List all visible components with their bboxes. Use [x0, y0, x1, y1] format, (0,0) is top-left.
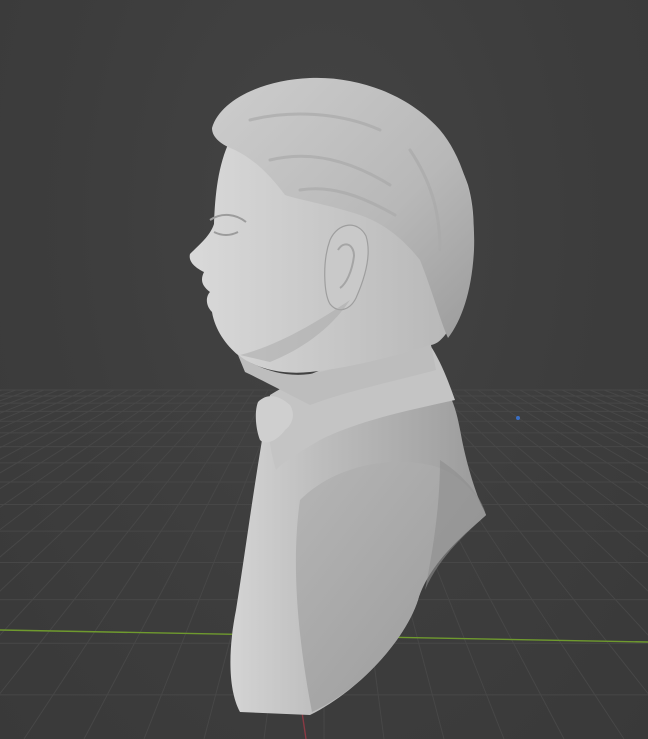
- x-axis-line: [301, 711, 307, 739]
- grid-line: [589, 389, 648, 414]
- grid-line: [0, 389, 143, 474]
- grid-line: [0, 389, 59, 414]
- grid-line: [505, 389, 648, 474]
- grid-line: [547, 389, 648, 438]
- grid-line: [519, 389, 648, 460]
- viewport-canvas[interactable]: [0, 0, 648, 739]
- grid-line: [0, 389, 129, 460]
- grid-line: [631, 389, 648, 397]
- grid-line: [0, 389, 101, 438]
- grid-line: [0, 389, 31, 402]
- grid-line: [0, 389, 171, 508]
- grid-line: [533, 389, 648, 449]
- grid-line: [0, 389, 3, 392]
- grid-line: [603, 389, 648, 408]
- grid-line: [0, 389, 115, 449]
- grid-line: [0, 389, 17, 397]
- 3d-viewport[interactable]: [0, 0, 648, 739]
- grid-line: [23, 389, 255, 739]
- grid-line: [491, 389, 648, 490]
- grid-line: [477, 389, 648, 508]
- z-axis-marker: [516, 416, 520, 420]
- grid-line: [0, 389, 45, 408]
- grid-line: [0, 389, 241, 695]
- grid-line: [0, 389, 227, 636]
- grid-line: [0, 389, 199, 558]
- grid-line: [449, 389, 648, 558]
- grid-line: [617, 389, 648, 402]
- grid-line: [0, 389, 157, 490]
